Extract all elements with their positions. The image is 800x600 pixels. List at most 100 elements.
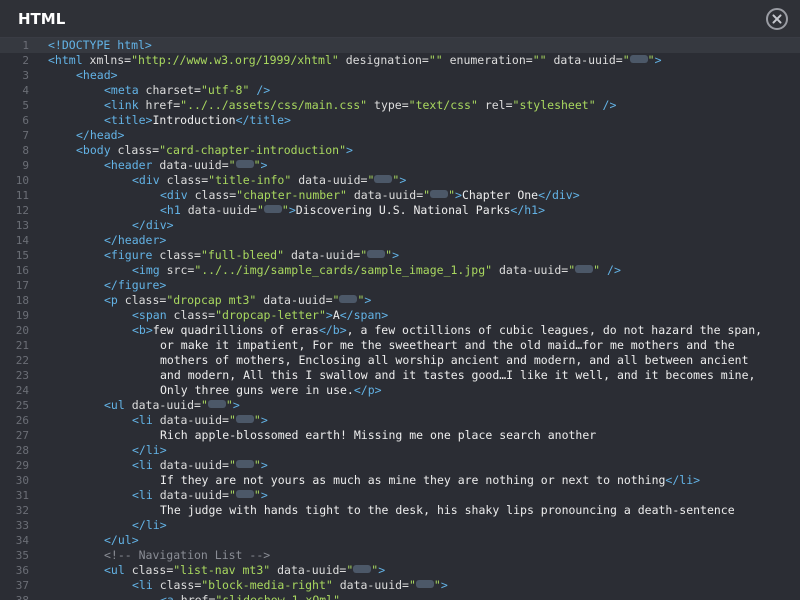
- code-text: <li data-uuid=" ">: [132, 488, 268, 503]
- code-line[interactable]: 31 <li data-uuid=" ">: [0, 488, 800, 503]
- code-token: class=: [110, 143, 160, 157]
- code-token: >: [260, 488, 268, 502]
- code-token: designation=: [338, 53, 429, 67]
- code-token: <a: [160, 593, 174, 600]
- code-line[interactable]: 7 </head>: [0, 128, 800, 143]
- code-token: <h1: [160, 203, 181, 217]
- code-token: >: [260, 458, 268, 472]
- code-line[interactable]: 8 <body class="card-chapter-introduction"…: [0, 143, 800, 158]
- code-line[interactable]: 23 and modern, All this I swallow and it …: [0, 368, 800, 383]
- code-token: ": [228, 458, 236, 472]
- code-line[interactable]: 1 <!DOCTYPE html>: [0, 38, 800, 53]
- code-token: <!-- Navigation List -->: [104, 548, 271, 562]
- code-token: </h1>: [510, 203, 546, 217]
- code-token: <html: [48, 53, 83, 67]
- code-editor[interactable]: 1 <!DOCTYPE html> 2 <html xmlns="http://www…: [0, 38, 800, 600]
- code-line[interactable]: 33 </li>: [0, 518, 800, 533]
- collapsed-value-pill[interactable]: [415, 580, 434, 588]
- collapsed-value-pill[interactable]: [367, 250, 386, 258]
- code-line[interactable]: 22 mothers of mothers, Enclosing all wors…: [0, 353, 800, 368]
- code-token: >: [455, 188, 462, 202]
- collapsed-value-pill[interactable]: [374, 175, 393, 183]
- code-line[interactable]: 13 </div>: [0, 218, 800, 233]
- code-text: <a href="slideshow-1.xQml": [160, 593, 340, 600]
- code-line[interactable]: 27 Rich apple-blossomed earth! Missing me…: [0, 428, 800, 443]
- collapsed-value-pill[interactable]: [207, 400, 226, 408]
- line-number: 29: [15, 459, 29, 472]
- code-line[interactable]: 4 <meta charset="utf-8" />: [0, 83, 800, 98]
- line-number: 24: [15, 384, 29, 397]
- line-number: 14: [15, 234, 29, 247]
- code-token: ": [225, 398, 233, 412]
- line-number: 27: [15, 429, 29, 442]
- code-line[interactable]: 2 <html xmlns="http://www.w3.org/1999/xht…: [0, 53, 800, 68]
- line-number: 19: [15, 309, 29, 322]
- code-line[interactable]: 10 <div class="title-info" data-uuid=" ">: [0, 173, 800, 188]
- code-line[interactable]: 19 <span class="dropcap-letter">A</span>: [0, 308, 800, 323]
- collapsed-value-pill[interactable]: [353, 565, 372, 573]
- code-line[interactable]: 29 <li data-uuid=" ">: [0, 458, 800, 473]
- code-token: <!DOCTYPE html>: [48, 38, 152, 52]
- line-number: 7: [22, 129, 29, 142]
- code-line[interactable]: 14 </header>: [0, 233, 800, 248]
- code-token: Introduction: [152, 113, 236, 127]
- collapsed-value-pill[interactable]: [629, 55, 648, 63]
- code-line[interactable]: 32 The judge with hands tight to the desk…: [0, 503, 800, 518]
- panel-title: HTML: [18, 10, 66, 28]
- code-token: "card-chapter-introduction": [159, 143, 347, 157]
- collapsed-value-pill[interactable]: [235, 490, 254, 498]
- code-token: ": [367, 173, 375, 187]
- code-token: <img: [132, 263, 160, 277]
- line-number: 28: [15, 444, 29, 457]
- code-line[interactable]: 37 <li class="block-media-right" data-uui…: [0, 578, 800, 593]
- code-token: "../../img/sample_cards/sample_image_1.j…: [194, 263, 493, 277]
- collapsed-value-pill[interactable]: [235, 415, 254, 423]
- code-token: class=: [187, 188, 237, 202]
- code-token: type=: [367, 98, 409, 112]
- code-token: src=: [159, 263, 195, 277]
- code-token: </li>: [132, 518, 167, 532]
- code-line[interactable]: 36 <ul class="list-nav mt3" data-uuid=" ">: [0, 563, 800, 578]
- collapsed-value-pill[interactable]: [575, 265, 594, 273]
- line-number: 9: [22, 159, 29, 172]
- code-line[interactable]: 12 <h1 data-uuid=" ">Discovering U.S. Nati…: [0, 203, 800, 218]
- code-token: ": [332, 293, 340, 307]
- collapsed-value-pill[interactable]: [235, 460, 254, 468]
- code-token: class=: [124, 563, 174, 577]
- code-text: <link href="../../assets/css/main.css" t…: [104, 98, 616, 113]
- code-line[interactable]: 9 <header data-uuid=" ">: [0, 158, 800, 173]
- code-line[interactable]: 17 </figure>: [0, 278, 800, 293]
- line-number: 17: [15, 279, 29, 292]
- code-line[interactable]: 28 </li>: [0, 443, 800, 458]
- code-line[interactable]: 15 <figure class="full-bleed" data-uuid="…: [0, 248, 800, 263]
- code-line[interactable]: 38 <a href="slideshow-1.xQml": [0, 593, 800, 600]
- code-token: <ul: [104, 398, 125, 412]
- code-line[interactable]: 34 </ul>: [0, 533, 800, 548]
- code-line[interactable]: 21 or make it impatient, For me the sweet…: [0, 338, 800, 353]
- code-line[interactable]: 11 <div class="chapter-number" data-uuid=…: [0, 188, 800, 203]
- code-text: <div class="chapter-number" data-uuid=" "…: [160, 188, 580, 203]
- code-line[interactable]: 26 <li data-uuid=" ">: [0, 413, 800, 428]
- collapsed-value-pill[interactable]: [263, 205, 282, 213]
- code-line[interactable]: 6 <title>Introduction</title>: [0, 113, 800, 128]
- code-line[interactable]: 20 <b>few quadrillions of eras</b>, a few…: [0, 323, 800, 338]
- code-token: "title-info": [208, 173, 292, 187]
- code-text: Rich apple-blossomed earth! Missing me o…: [160, 428, 596, 443]
- collapsed-value-pill[interactable]: [430, 190, 449, 198]
- code-line[interactable]: 3 <head>: [0, 68, 800, 83]
- code-line[interactable]: 35 <!-- Navigation List -->: [0, 548, 800, 563]
- code-text: mothers of mothers, Enclosing all worshi…: [160, 353, 749, 368]
- code-line[interactable]: 30 If they are not yours as much as mine …: [0, 473, 800, 488]
- collapsed-value-pill[interactable]: [339, 295, 358, 303]
- code-token: "block-media-right": [201, 578, 333, 592]
- code-line[interactable]: 25 <ul data-uuid=" ">: [0, 398, 800, 413]
- code-token: data-uuid=: [152, 458, 229, 472]
- close-icon[interactable]: [766, 8, 788, 30]
- code-token: ": [346, 563, 354, 577]
- collapsed-value-pill[interactable]: [235, 160, 254, 168]
- code-line[interactable]: 18 <p class="dropcap mt3" data-uuid=" ">: [0, 293, 800, 308]
- code-line[interactable]: 16 <img src="../../img/sample_cards/sampl…: [0, 263, 800, 278]
- code-line[interactable]: 24 Only three guns were in use.</p>: [0, 383, 800, 398]
- code-token: >: [654, 53, 662, 67]
- code-line[interactable]: 5 <link href="../../assets/css/main.css" …: [0, 98, 800, 113]
